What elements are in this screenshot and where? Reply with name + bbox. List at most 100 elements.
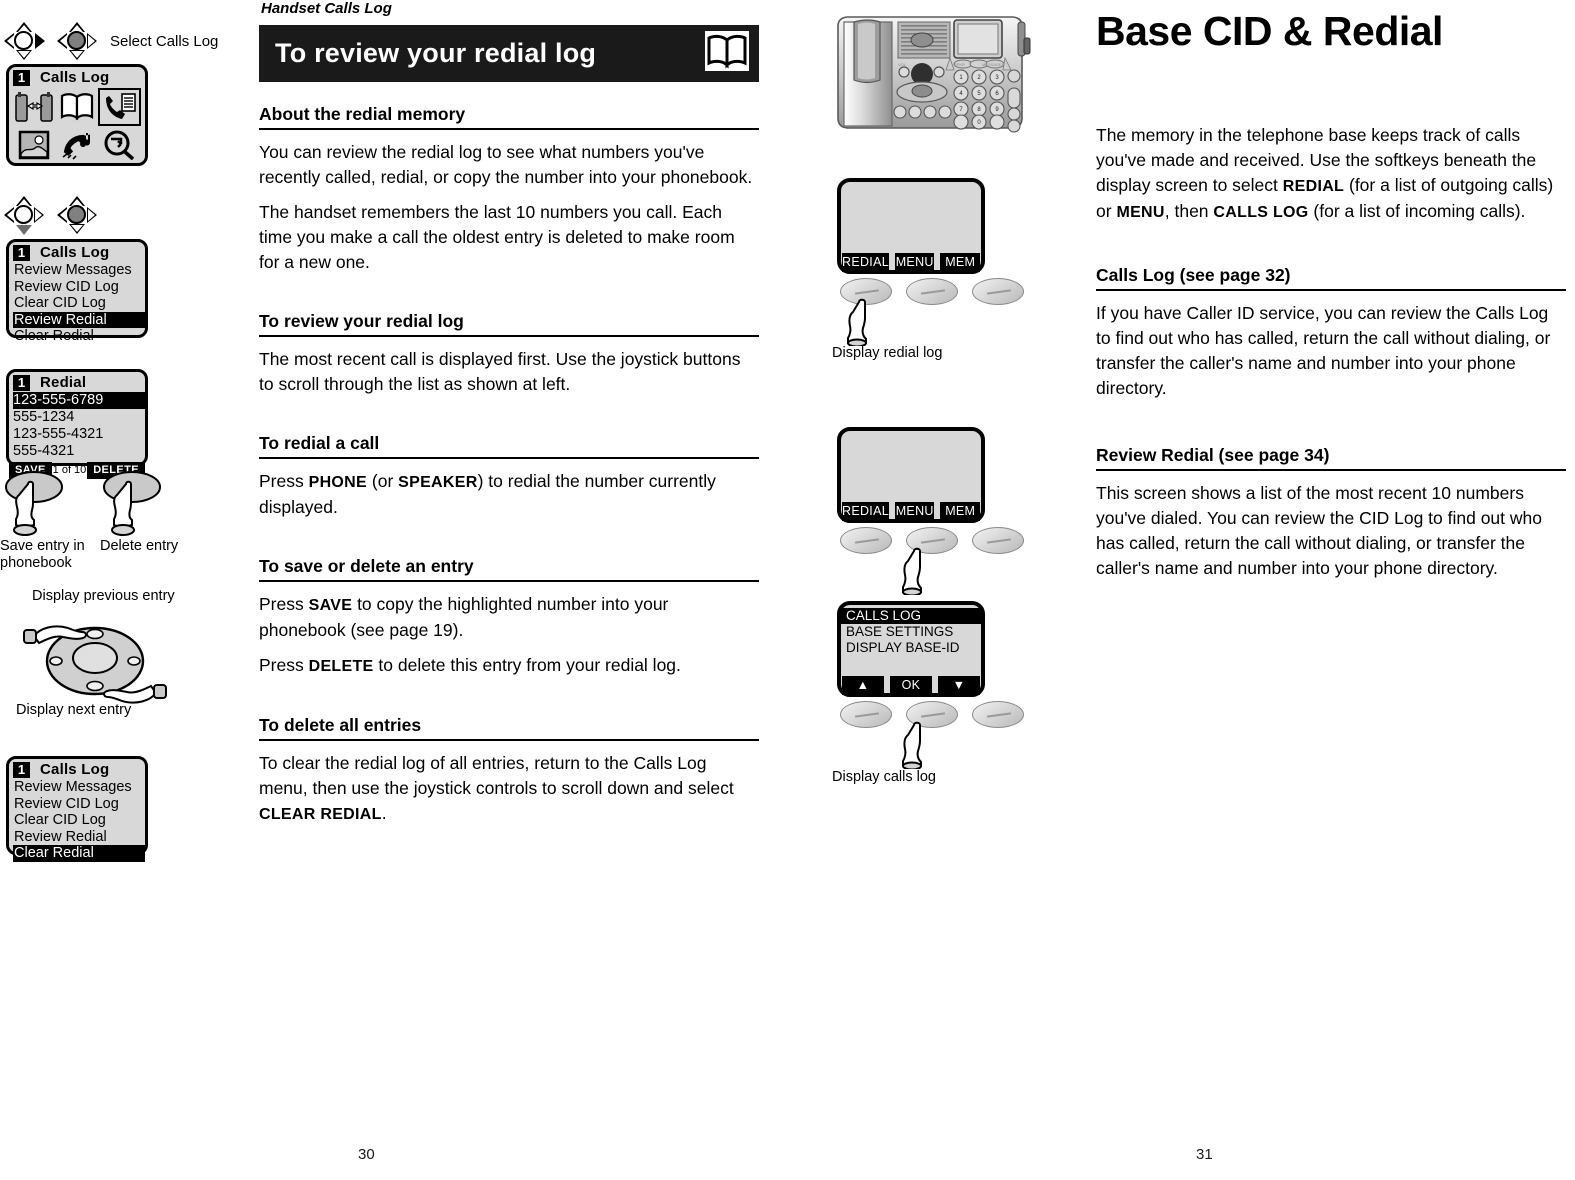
paragraph-save-entry: Press SAVE to copy the highlighted numbe… <box>259 592 759 643</box>
joystick-right-icon <box>4 22 45 60</box>
heading-to-review-redial-log: To review your redial log <box>259 311 759 337</box>
paragraph: The handset remembers the last 10 number… <box>259 202 735 272</box>
base-menu-item-display-base-id[interactable]: DISPLAY BASE-ID <box>841 640 981 656</box>
heading-to-delete-all-entries: To delete all entries <box>259 715 759 741</box>
hand-press-redial-icon <box>847 298 893 351</box>
caption-save-entry: Save entry in phonebook <box>0 538 96 572</box>
ringer-melody-icon[interactable] <box>56 126 99 164</box>
menu-item[interactable]: Clear Redial <box>13 328 145 345</box>
menu-item-selected[interactable]: Review Redial <box>13 311 145 328</box>
base-softkey-redial[interactable]: REDIAL <box>842 253 889 272</box>
keyword-speaker: SPEAKER <box>398 474 478 491</box>
lcd-titlebar: 1 Calls Log <box>9 67 145 87</box>
joystick-select-icon <box>57 22 97 60</box>
menu-item[interactable]: Review Messages <box>13 779 145 796</box>
keyword-clear-redial: CLEAR REDIAL <box>259 806 382 823</box>
base-softkey-menu[interactable]: MENU <box>894 253 935 272</box>
menu-item[interactable]: Review CID Log <box>13 279 145 296</box>
softkey-button-2[interactable] <box>906 278 958 305</box>
base-softkey-labels-2: REDIAL MENU MEM <box>842 502 980 521</box>
menu-item[interactable]: Clear CID Log <box>13 295 145 312</box>
heading-to-save-or-delete-entry: To save or delete an entry <box>259 556 759 582</box>
paragraph: You can review the redial log to see wha… <box>259 142 753 187</box>
page-number-left: 30 <box>358 1146 375 1163</box>
t: Press <box>259 655 309 675</box>
base-softkey-scroll-up[interactable]: ▲ <box>842 676 884 695</box>
caption-display-next-entry: Display next entry <box>16 702 132 718</box>
keyword-save: SAVE <box>308 597 353 614</box>
lcd-calls-log-menu-clear-redial: 1 Calls Log Review Messages Review CID L… <box>6 756 148 862</box>
keyword-redial: REDIAL <box>1282 178 1345 195</box>
paragraph-review-redial: This screen shows a list of the most rec… <box>1096 483 1542 578</box>
hand-press-save-icon <box>4 470 76 545</box>
svg-text:SPKR: SPKR <box>954 62 965 67</box>
base-softkey-redial-2[interactable]: REDIAL <box>842 502 889 521</box>
hand-press-ok-icon <box>902 721 948 774</box>
calls-log-icon[interactable] <box>98 88 141 126</box>
t: Press <box>259 471 309 491</box>
menu-item[interactable]: Clear CID Log <box>13 812 145 829</box>
joystick-down-icon <box>4 196 44 235</box>
redial-entry[interactable]: 555-1234 <box>13 409 145 426</box>
display-picture-icon[interactable] <box>13 126 56 164</box>
redial-entry-selected[interactable]: 123-555-6789 <box>13 392 145 409</box>
base-softkey-mem[interactable]: MEM <box>940 253 980 272</box>
softkey-button-3[interactable] <box>972 278 1024 305</box>
softkey-button-9[interactable] <box>972 701 1024 728</box>
lcd-title-3: Redial <box>40 374 87 391</box>
svg-text:VOL: VOL <box>898 62 907 67</box>
redial-entry-list: 123-555-6789 555-1234 123-555-4321 555-4… <box>9 392 145 460</box>
search-icon[interactable] <box>98 126 141 164</box>
base-softkey-scroll-down[interactable]: ▼ <box>938 676 980 695</box>
handset-badge-2: 1 <box>13 244 30 261</box>
lcd-title-2: Calls Log <box>40 244 110 261</box>
base-menu-item-base-settings[interactable]: BASE SETTINGS <box>841 624 981 640</box>
keyword-delete: DELETE <box>308 658 374 675</box>
base-softkey-menu-2[interactable]: MENU <box>894 502 935 521</box>
t: (for a list of incoming calls). <box>1308 201 1526 221</box>
paragraph-delete-all: To clear the redial log of all entries, … <box>259 751 759 827</box>
banner-title: To review your redial log <box>275 38 597 68</box>
section-banner: To review your redial log <box>259 25 759 82</box>
t: To clear the redial log of all entries, … <box>259 753 734 798</box>
intercom-handsets-icon[interactable] <box>13 88 56 126</box>
t: to delete this entry from your redial lo… <box>373 655 681 675</box>
caption-save-line2: phonebook <box>0 555 72 571</box>
base-menu-item-calls-log[interactable]: CALLS LOG <box>841 608 981 624</box>
lcd-titlebar-2: 1 Calls Log <box>9 242 145 262</box>
softkey-button-4[interactable] <box>840 527 892 554</box>
menu-item[interactable]: Review Messages <box>13 262 145 279</box>
joystick-disc-graphic[interactable] <box>20 606 170 711</box>
lcd-titlebar-3: 1 Redial <box>9 372 145 392</box>
nav-row-scroll-down <box>4 196 97 235</box>
base-softkey-ok[interactable]: OK <box>890 676 932 695</box>
t: . <box>381 803 387 823</box>
heading-to-redial-a-call: To redial a call <box>259 433 759 459</box>
keyword-phone: PHONE <box>308 474 368 491</box>
nav-row-select-calls-log: Select Calls Log <box>4 22 218 60</box>
menu-item[interactable]: Review CID Log <box>13 796 145 813</box>
menu-list-1: Review Messages Review CID Log Clear CID… <box>9 262 145 345</box>
softkey-button-7[interactable] <box>840 701 892 728</box>
softkey-button-6[interactable] <box>972 527 1024 554</box>
t: , then <box>1164 201 1214 221</box>
caption-display-calls-log: Display calls log <box>832 769 936 785</box>
icon-grid <box>9 87 145 166</box>
chapter-title: Base CID & Redial <box>1096 8 1443 54</box>
phonebook-book-icon[interactable] <box>56 88 99 126</box>
menu-item[interactable]: Review Redial <box>13 829 145 846</box>
menu-item-selected[interactable]: Clear Redial <box>13 845 145 862</box>
redial-entry[interactable]: 555-4321 <box>13 443 145 460</box>
running-head: Handset Calls Log <box>261 0 392 17</box>
lcd-redial-list: 1 Redial 123-555-6789 555-1234 123-555-4… <box>6 369 148 479</box>
base-softkey-labels-1: REDIAL MENU MEM <box>842 253 980 272</box>
hand-press-menu-icon <box>902 547 948 600</box>
heading-review-redial-see-page-34: Review Redial (see page 34) <box>1096 445 1566 471</box>
paragraph-base-intro: The memory in the telephone base keeps t… <box>1096 123 1566 225</box>
redial-entry[interactable]: 123-555-4321 <box>13 426 145 443</box>
joystick-select-icon-2 <box>57 196 97 234</box>
base-softkey-mem-2[interactable]: MEM <box>940 502 980 521</box>
heading-calls-log-see-page-32: Calls Log (see page 32) <box>1096 265 1566 291</box>
heading-about-redial-memory: About the redial memory <box>259 104 759 130</box>
keyword-calls-log: CALLS LOG <box>1213 204 1309 221</box>
